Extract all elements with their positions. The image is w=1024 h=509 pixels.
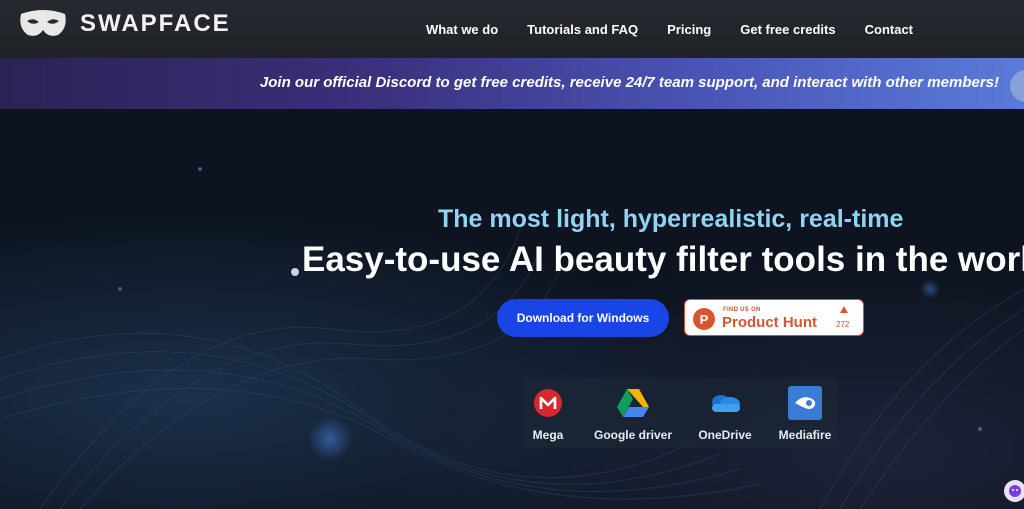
- download-mega-label: Mega: [532, 428, 564, 442]
- download-mega[interactable]: Mega: [503, 386, 593, 442]
- download-windows-button[interactable]: Download for Windows: [497, 299, 669, 337]
- google-drive-icon: [616, 386, 650, 420]
- download-mediafire-label: Mediafire: [778, 428, 832, 442]
- upvote-arrow-icon: [840, 306, 848, 313]
- main-nav: What we do Tutorials and FAQ Pricing Get…: [426, 0, 1024, 58]
- banner-decoration: [1010, 70, 1024, 102]
- logo[interactable]: SWAPFACE: [18, 8, 231, 40]
- nav-tutorials-faq[interactable]: Tutorials and FAQ: [527, 22, 638, 37]
- nav-contact[interactable]: Contact: [865, 22, 913, 37]
- hero-subtitle: The most light, hyperrealistic, real-tim…: [438, 205, 904, 233]
- discord-banner-text: Join our official Discord to get free cr…: [259, 74, 999, 91]
- product-hunt-badge[interactable]: P FIND US ON Product Hunt 272: [684, 299, 864, 336]
- product-hunt-text: Product Hunt: [722, 314, 817, 331]
- product-hunt-icon: P: [693, 308, 715, 330]
- chat-face-icon: [1009, 485, 1021, 497]
- download-google-drive-label: Google driver: [593, 428, 673, 442]
- nav-what-we-do[interactable]: What we do: [426, 22, 498, 37]
- nav-get-free-credits[interactable]: Get free credits: [740, 22, 835, 37]
- discord-banner[interactable]: Join our official Discord to get free cr…: [0, 58, 1024, 109]
- logo-text: SWAPFACE: [80, 10, 231, 37]
- mega-icon: [531, 386, 565, 420]
- download-onedrive[interactable]: OneDrive: [680, 386, 770, 442]
- download-mediafire[interactable]: Mediafire: [760, 386, 850, 442]
- download-onedrive-label: OneDrive: [698, 428, 752, 442]
- nav-pricing[interactable]: Pricing: [667, 22, 711, 37]
- upvote-count: 272: [836, 320, 850, 329]
- mask-logo-icon: [20, 10, 66, 36]
- download-mirrors: Mega Google driver OneDrive Mediafire: [524, 378, 838, 448]
- product-hunt-small-text: FIND US ON: [723, 307, 761, 313]
- site-header: SWAPFACE What we do Tutorials and FAQ Pr…: [0, 0, 1024, 58]
- download-google-drive[interactable]: Google driver: [588, 386, 678, 442]
- chat-widget-button[interactable]: [1004, 480, 1024, 502]
- hero-title: Easy-to-use AI beauty filter tools in th…: [302, 240, 1024, 279]
- onedrive-icon: [708, 386, 742, 420]
- mediafire-icon: [788, 386, 822, 420]
